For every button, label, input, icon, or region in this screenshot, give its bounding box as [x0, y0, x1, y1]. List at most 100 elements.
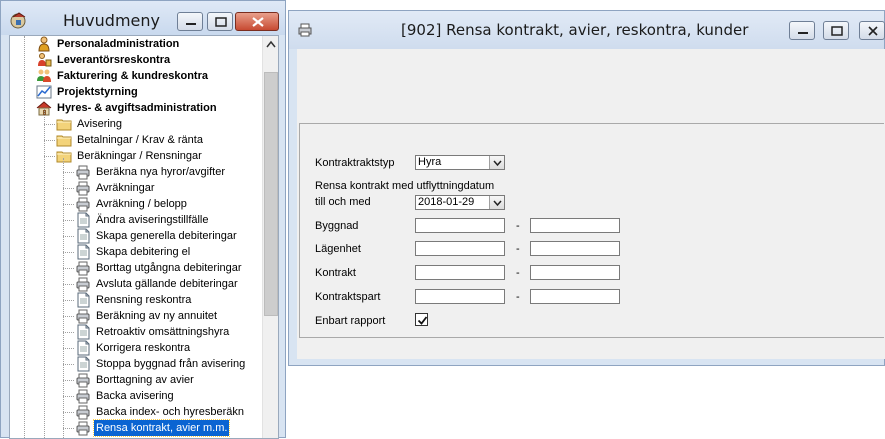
project-chart-icon — [36, 85, 52, 99]
document-icon — [77, 340, 90, 356]
tree-connector — [63, 268, 74, 269]
maximize-button[interactable] — [207, 12, 233, 31]
lagenhet-label: Lägenhet — [315, 243, 361, 255]
person-icon — [38, 36, 50, 52]
minimize-button[interactable] — [177, 12, 203, 31]
dialog-close-button[interactable] — [859, 21, 885, 40]
tree-connector — [63, 332, 74, 333]
kontraktstyp-label: Kontraktraktstyp — [315, 157, 395, 169]
tree-item-label: Rensning reskontra — [96, 294, 192, 306]
kontrakt-to-input[interactable] — [530, 265, 620, 280]
kontraktstyp-value: Hyra — [418, 156, 442, 168]
tree-connector — [63, 380, 74, 381]
menu-tree[interactable]: Personaladministration Leverantörsreskont… — [9, 35, 279, 439]
tree-item-label: Korrigera reskontra — [96, 342, 191, 354]
tree-connector — [63, 220, 74, 221]
lagenhet-from-input[interactable] — [415, 241, 505, 256]
tree-connector — [63, 204, 74, 205]
tree-connector — [63, 396, 74, 397]
tree-connector — [63, 252, 74, 253]
printer-icon — [76, 277, 90, 292]
document-icon — [77, 356, 90, 372]
printer-icon — [76, 181, 90, 196]
tree-connector — [63, 364, 74, 365]
folder-icon — [56, 119, 72, 131]
tree-item-label: Skapa debitering el — [96, 246, 191, 258]
dialog-window: [902] Rensa kontrakt, avier, reskontra, … — [288, 10, 885, 366]
dialog-title: [902] Rensa kontrakt, avier, reskontra, … — [401, 21, 749, 39]
tree-item-label: Personaladministration — [57, 38, 180, 50]
tree-connector — [63, 236, 74, 237]
printer-icon — [76, 421, 90, 436]
tree-item-label: Fakturering & kundreskontra — [57, 70, 208, 82]
dialog-minimize-button[interactable] — [789, 21, 815, 40]
kontraktspart-label: Kontraktspart — [315, 291, 381, 303]
printer-icon — [76, 165, 90, 180]
close-icon — [252, 17, 264, 27]
datum-value: 2018-01-29 — [418, 196, 475, 208]
tree-item-label: Betalningar / Krav & ränta — [77, 134, 203, 146]
chevron-down-icon — [493, 200, 502, 207]
document-icon — [77, 212, 90, 228]
range-separator: - — [516, 220, 520, 232]
tree-item-label: Skapa generella debiteringar — [96, 230, 237, 242]
tree-connector — [44, 156, 55, 157]
tree-scrollbar[interactable] — [262, 36, 279, 438]
app-logo-icon — [10, 12, 26, 29]
tree-item-label: Avräkningar — [96, 182, 155, 194]
tree-connector — [63, 284, 74, 285]
printer-icon — [76, 261, 90, 276]
dialog-titlebar[interactable]: [902] Rensa kontrakt, avier, reskontra, … — [289, 11, 885, 49]
lagenhet-to-input[interactable] — [530, 241, 620, 256]
folder-icon — [56, 135, 72, 147]
dialog-maximize-button[interactable] — [823, 21, 849, 40]
tree-item-label: Avisering — [77, 118, 123, 130]
byggnad-from-input[interactable] — [415, 218, 505, 233]
supplier-icon — [38, 53, 52, 67]
main-menu-titlebar[interactable]: Huvudmeny — [1, 1, 285, 35]
tree-connector — [63, 348, 74, 349]
main-menu-window: Huvudmeny Personaladministration Leverant… — [0, 0, 286, 439]
kontrakt-label: Kontrakt — [315, 267, 356, 279]
tree-item-label: Projektstyrning — [57, 86, 138, 98]
minimize-icon — [186, 23, 196, 25]
dropdown-button[interactable] — [489, 196, 504, 209]
kontraktstyp-select[interactable]: Hyra — [415, 155, 505, 170]
tree-connector — [44, 108, 45, 438]
document-icon — [77, 244, 90, 260]
tree-connector — [63, 316, 74, 317]
dialog-printer-icon — [298, 23, 312, 37]
tree-connector — [63, 428, 74, 429]
chevron-down-icon — [493, 160, 502, 167]
dropdown-button[interactable] — [489, 156, 504, 169]
checkmark-icon — [417, 316, 428, 325]
scroll-up-icon[interactable] — [263, 36, 279, 53]
byggnad-to-input[interactable] — [530, 218, 620, 233]
printer-icon — [76, 389, 90, 404]
tree-item-label: Beräkningar / Rensningar — [77, 150, 202, 162]
tree-connector — [44, 140, 55, 141]
tree-item-label: Retroaktiv omsättningshyra — [96, 326, 230, 338]
tree-connector — [24, 36, 25, 438]
tree-item-label: Stoppa byggnad från avisering — [96, 358, 246, 370]
tree-item-label: Avräkning / belopp — [96, 198, 187, 210]
kontraktspart-to-input[interactable] — [530, 289, 620, 304]
tree-item-label: Hyres- & avgiftsadministration — [57, 102, 217, 114]
kontrakt-from-input[interactable] — [415, 265, 505, 280]
range-separator: - — [516, 291, 520, 303]
close-button[interactable] — [235, 12, 279, 31]
enbart-rapport-checkbox[interactable] — [415, 313, 428, 326]
document-icon — [77, 324, 90, 340]
scroll-thumb[interactable] — [264, 72, 278, 316]
datum-label-line2: till och med — [315, 196, 371, 208]
datum-select[interactable]: 2018-01-29 — [415, 195, 505, 210]
printer-icon — [76, 405, 90, 420]
tree-connector — [63, 158, 64, 438]
printer-icon — [76, 309, 90, 324]
range-separator: - — [516, 243, 520, 255]
form-panel: Kontraktraktstyp Hyra Rensa kontrakt med… — [299, 123, 884, 338]
kontraktspart-from-input[interactable] — [415, 289, 505, 304]
close-icon — [868, 26, 878, 36]
document-icon — [77, 228, 90, 244]
folder-icon — [56, 151, 72, 163]
